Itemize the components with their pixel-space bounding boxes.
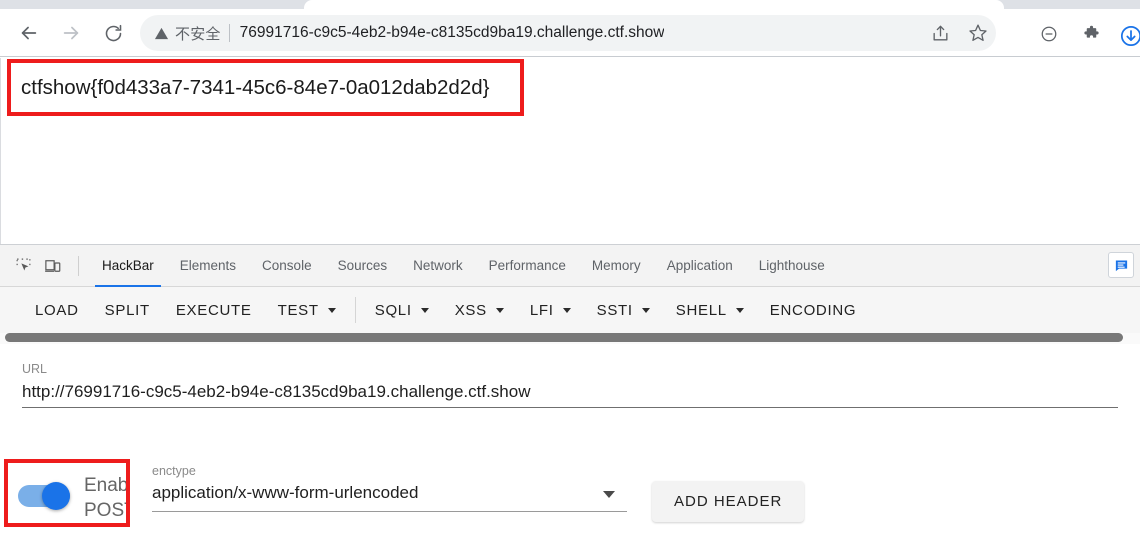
omnibox-divider (228, 24, 230, 42)
arrow-left-icon (21, 26, 37, 40)
device-toolbar-icon[interactable] (38, 252, 68, 280)
button-label: SHELL (675, 301, 727, 319)
toolbar-divider (354, 297, 356, 323)
address-bar-url: 76991716-c9c5-4eb2-b94e-c8135cd9ba19.cha… (239, 24, 665, 41)
tab-memory[interactable]: Memory (579, 245, 654, 287)
button-label: LFI (529, 301, 554, 319)
chevron-down-icon (420, 307, 429, 313)
hackbar-xss-menu[interactable]: XSS (442, 287, 517, 333)
back-button[interactable] (14, 18, 44, 48)
tab-label: HackBar (102, 258, 154, 273)
hackbar-execute-button[interactable]: EXECUTE (163, 287, 265, 333)
flag-text: ctfshow{f0d433a7-7341-45c6-84e7-0a012dab… (21, 75, 490, 99)
devtools-divider (78, 255, 79, 276)
hackbar-encoding-menu[interactable]: ENCODING (757, 287, 869, 333)
flag-highlight-box: ctfshow{f0d433a7-7341-45c6-84e7-0a012dab… (7, 59, 524, 116)
tab-sources[interactable]: Sources (325, 245, 401, 287)
reload-icon (105, 24, 121, 41)
chevron-down-icon (641, 307, 650, 313)
page-viewport: ctfshow{f0d433a7-7341-45c6-84e7-0a012dab… (0, 58, 1140, 244)
chevron-down-icon (735, 307, 744, 313)
hackbar-shell-menu[interactable]: SHELL (663, 287, 757, 333)
enctype-label: enctype (152, 464, 196, 478)
tab-network[interactable]: Network (400, 245, 476, 287)
enctype-select[interactable]: application/x-www-form-urlencoded (152, 483, 627, 512)
devtools-tab-bar: HackBar Elements Console Sources Network… (0, 245, 1140, 287)
hackbar-toolbar: LOAD SPLIT EXECUTE TEST SQLI XSS LFI SST… (0, 287, 1140, 333)
block-circle-icon[interactable] (1040, 25, 1058, 43)
add-header-button[interactable]: ADD HEADER (652, 481, 805, 522)
chevron-down-icon (603, 491, 615, 498)
chevron-down-icon (495, 307, 504, 313)
tab-lighthouse[interactable]: Lighthouse (746, 245, 838, 287)
tab-label: Performance (488, 258, 566, 273)
console-messages-icon[interactable] (1108, 252, 1134, 278)
browser-toolbar: 不安全 76991716-c9c5-4eb2-b94e-c8135cd9ba19… (0, 9, 1140, 57)
button-label: LOAD (35, 301, 79, 319)
hackbar-load-button[interactable]: LOAD (22, 287, 92, 333)
hackbar-split-button[interactable]: SPLIT (92, 287, 163, 333)
horizontal-scrollbar[interactable] (5, 333, 1123, 342)
button-label: SSTI (596, 301, 633, 319)
omnibox-actions (931, 15, 988, 51)
tab-label: Memory (591, 258, 641, 273)
devtools-tabbar-actions (1108, 252, 1134, 278)
extensions-puzzle-icon[interactable] (1082, 25, 1101, 44)
tab-label: Network (413, 258, 463, 273)
hackbar-sqli-menu[interactable]: SQLI (362, 287, 442, 333)
enable-post-highlight-box: Enable POST (4, 459, 130, 527)
enable-post-label: Enable POST (84, 475, 129, 521)
url-field-label: URL (22, 362, 48, 376)
tab-performance[interactable]: Performance (476, 245, 579, 287)
button-label: SQLI (374, 301, 412, 319)
hackbar-body: URL http://76991716-c9c5-4eb2-b94e-c8135… (0, 344, 1140, 537)
hackbar-test-menu[interactable]: TEST (265, 287, 349, 333)
browser-window: 不安全 76991716-c9c5-4eb2-b94e-c8135cd9ba19… (0, 0, 1140, 537)
reload-button[interactable] (98, 18, 128, 48)
hackbar-lfi-menu[interactable]: LFI (517, 287, 584, 333)
tab-label: Lighthouse (758, 258, 825, 273)
tab-console[interactable]: Console (249, 245, 325, 287)
button-label: ENCODING (769, 301, 857, 319)
devtools-panel: HackBar Elements Console Sources Network… (0, 244, 1140, 537)
warning-triangle-icon (154, 26, 169, 41)
tab-elements[interactable]: Elements (167, 245, 249, 287)
inspect-element-icon[interactable] (8, 252, 38, 280)
url-field-group: URL http://76991716-c9c5-4eb2-b94e-c8135… (22, 362, 1118, 402)
forward-button[interactable] (56, 18, 86, 48)
button-label: TEST (277, 301, 319, 319)
browser-tab-strip (0, 0, 1140, 9)
enable-post-toggle[interactable] (18, 482, 70, 510)
chevron-down-icon (562, 307, 571, 313)
url-input[interactable]: http://76991716-c9c5-4eb2-b94e-c8135cd9b… (22, 382, 1118, 402)
tab-label: Elements (179, 258, 237, 273)
enctype-field-group: enctype application/x-www-form-urlencode… (152, 464, 627, 512)
post-options-row: Enable POST enctype application/x-www-fo… (0, 456, 1140, 537)
download-icon[interactable] (1120, 25, 1140, 47)
toggle-track (18, 482, 70, 510)
enctype-value: application/x-www-form-urlencoded (152, 483, 419, 502)
browser-tab[interactable] (304, 0, 1004, 9)
hackbar-ssti-menu[interactable]: SSTI (584, 287, 663, 333)
arrow-right-icon (63, 26, 79, 40)
address-bar[interactable]: 不安全 76991716-c9c5-4eb2-b94e-c8135cd9ba19… (140, 15, 996, 51)
tab-application[interactable]: Application (654, 245, 746, 287)
share-icon[interactable] (931, 24, 950, 43)
tab-label: Sources (337, 258, 388, 273)
bookmark-star-icon[interactable] (968, 23, 988, 43)
tab-hackbar[interactable]: HackBar (89, 245, 167, 287)
tab-label: Console (262, 258, 312, 273)
url-field-underline (22, 407, 1118, 408)
button-label: XSS (454, 301, 487, 319)
toggle-knob (42, 482, 70, 510)
tab-label: Application (666, 258, 733, 273)
security-status-label: 不安全 (175, 25, 221, 43)
button-label: SPLIT (104, 301, 150, 319)
button-label: EXECUTE (175, 301, 252, 319)
hackbar-toolbar-scroll-area (0, 333, 1140, 344)
chevron-down-icon (327, 307, 336, 313)
